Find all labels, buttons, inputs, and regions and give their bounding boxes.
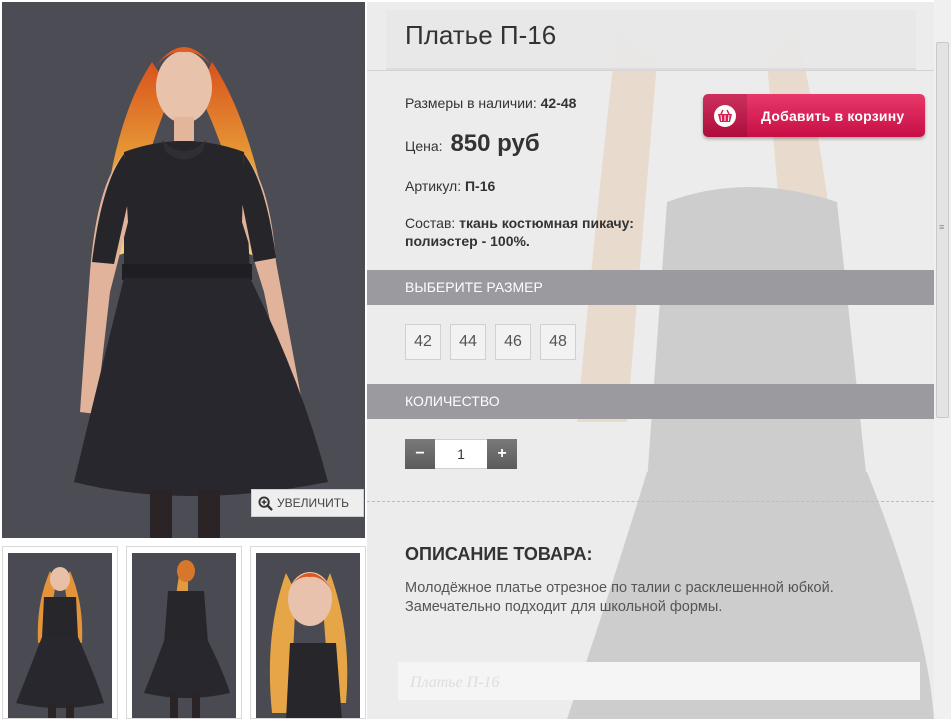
divider — [367, 70, 934, 71]
size-option-44[interactable]: 44 — [450, 324, 486, 360]
price: Цена: 850 руб — [405, 130, 540, 158]
price-label: Цена: — [405, 138, 443, 154]
zoom-label: УВЕЛИЧИТЬ — [277, 496, 349, 510]
composition-value-line2: полиэстер - 100%. — [405, 233, 530, 249]
caption-text: Платье П-16 — [410, 674, 500, 691]
add-to-cart-label: Добавить в корзину — [761, 107, 905, 124]
article-value: П-16 — [464, 178, 496, 194]
dashed-divider — [367, 501, 934, 502]
basket-icon — [714, 104, 736, 127]
thumbnail-front[interactable] — [2, 546, 118, 719]
sizes-label: Размеры в наличии: — [405, 95, 537, 111]
quantity-input[interactable] — [435, 439, 487, 469]
sizes-value: 42-48 — [540, 95, 577, 111]
price-value: 850 руб — [450, 130, 540, 157]
article: Артикул: П-16 — [405, 178, 495, 194]
scrollbar-grip-icon: ≡ — [939, 222, 945, 232]
product-title: Платье П-16 — [405, 20, 557, 50]
thumbnail-back[interactable] — [126, 546, 242, 719]
quantity-increase-button[interactable]: + — [487, 439, 517, 469]
basket-icon-wrap — [703, 94, 747, 137]
quantity-decrease-button[interactable]: − — [405, 439, 435, 469]
thumbnail-image — [8, 553, 112, 718]
thumbnail-image — [256, 553, 360, 718]
description-heading: ОПИСАНИЕ ТОВАРА: — [405, 544, 593, 564]
magnifier-plus-icon — [258, 495, 273, 511]
description-text: Молодёжное платье отрезное по талии с ра… — [405, 579, 905, 617]
model-photo-illustration — [2, 2, 365, 538]
article-label: Артикул: — [405, 178, 462, 194]
quantity-stepper: − + — [405, 439, 517, 469]
main-product-photo[interactable]: УВЕЛИЧИТЬ — [2, 2, 365, 538]
title-bar: Платье П-16 — [386, 10, 916, 71]
size-option-46[interactable]: 46 — [495, 324, 531, 360]
description-line2: Замечательно подходит для школьной формы… — [405, 599, 723, 615]
composition: Состав: ткань костюмная пикачу: полиэсте… — [405, 214, 634, 250]
thumbnail-closeup[interactable] — [250, 546, 366, 719]
description-line1: Молодёжное платье отрезное по талии с ра… — [405, 580, 834, 596]
add-to-cart-button[interactable]: Добавить в корзину — [703, 94, 925, 137]
caption-box: Платье П-16 — [398, 662, 920, 700]
thumbnail-image — [132, 553, 236, 718]
size-option-48[interactable]: 48 — [540, 324, 576, 360]
thumbnail-strip — [2, 546, 366, 719]
zoom-button[interactable]: УВЕЛИЧИТЬ — [251, 489, 364, 517]
size-option-42[interactable]: 42 — [405, 324, 441, 360]
sizes-available: Размеры в наличии: 42-48 — [405, 95, 576, 111]
size-options: 42 44 46 48 — [405, 324, 576, 360]
composition-label: Состав: — [405, 215, 456, 231]
composition-value-line1: ткань костюмная пикачу: — [459, 215, 634, 231]
quantity-section-header: КОЛИЧЕСТВО — [367, 384, 934, 419]
product-details-panel: Платье П-16 Размеры в наличии: 42-48 Цен… — [367, 2, 934, 719]
size-section-header: ВЫБЕРИТЕ РАЗМЕР — [367, 270, 934, 305]
